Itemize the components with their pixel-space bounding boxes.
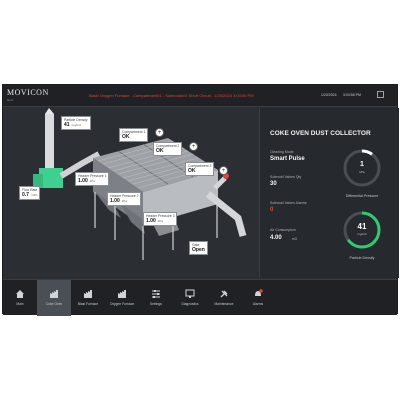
app-logo-subtitle: Next — [7, 98, 14, 102]
panel-title: COKE OVEN DUST COLLECTOR — [270, 130, 371, 137]
home-icon — [15, 286, 25, 298]
nav-item-settings[interactable]: Settings — [139, 280, 173, 316]
monitor-icon — [185, 286, 195, 298]
differential-pressure-label: Differential Pressure — [345, 194, 379, 198]
air-consumption-unit: m3 — [292, 237, 297, 241]
flow-rate-tooltip[interactable]: Flow Rate 0.7 m3/s — [19, 186, 41, 200]
air-consumption-value: 4.00 — [270, 235, 282, 241]
nav-item-main[interactable]: Main — [3, 280, 37, 316]
nav-label: Alarms — [252, 302, 264, 306]
particle-density-unit: mg/m3 — [357, 232, 367, 236]
cleaning-mode-label: Cleaning Mode — [270, 150, 294, 154]
air-consumption-label: Air Consumption — [270, 228, 296, 232]
process-view: Particle Density 41 mg/m3 Compartment 1 O… — [3, 108, 258, 278]
wrench-icon — [219, 286, 229, 298]
factory-icon — [117, 286, 127, 298]
factory-icon — [83, 286, 93, 298]
solenoid-alarms-value: 0 — [270, 207, 274, 213]
nav-item-oxygen-furnace[interactable]: Oxygen Furnace — [105, 280, 139, 316]
solenoid-alarms-label: Solenoid Valves Alarms — [270, 201, 307, 205]
header-pressure-2-tooltip[interactable]: Header Pressure 2 1.00 kPa — [107, 192, 142, 206]
particle-density-value: 41 — [357, 222, 367, 231]
nav-label: Oxygen Furnace — [109, 302, 135, 306]
compartment-2-add-button[interactable]: + — [189, 142, 198, 151]
app-logo: MOVICON — [7, 88, 49, 97]
nav-label: Blast Furnace — [77, 302, 99, 306]
collector-info-panel: COKE OVEN DUST COLLECTOR Cleaning Mode S… — [259, 108, 399, 294]
nav-item-diagnostics[interactable]: Diagnostics — [173, 280, 207, 316]
bottom-navigation: Main Coke Oven Blast Furnace Oxygen Furnace… — [3, 279, 397, 316]
title-bar: MOVICON Next Basic Oxygen Furnace - Comp… — [3, 85, 397, 107]
cleaning-mode-value: Smart Pulse — [270, 156, 305, 162]
compartment-2-tooltip[interactable]: Compartment 2 OK — [153, 142, 183, 156]
bell-icon — [253, 286, 263, 296]
outlet-duct — [205, 191, 247, 237]
chimney — [45, 114, 54, 174]
particle-density-label: Particle Density — [349, 256, 375, 260]
compartment-3-add-button[interactable]: + — [219, 166, 228, 175]
compartment-1-tooltip[interactable]: Compartment 1 OK — [119, 128, 149, 142]
header-pressure-1-tooltip[interactable]: Header Pressure 1 1.00 kPa — [75, 172, 110, 186]
differential-pressure-unit: kPa — [359, 170, 365, 174]
nav-item-blast-furnace[interactable]: Blast Furnace — [71, 280, 105, 316]
particle-density-tooltip[interactable]: Particle Density 41 mg/m3 — [61, 116, 91, 130]
factory-icon — [49, 286, 59, 298]
nav-item-maintenance[interactable]: Maintenance — [207, 280, 241, 316]
sliders-icon — [151, 286, 161, 298]
differential-pressure-value: 1 — [360, 161, 364, 168]
nav-label: Main — [16, 302, 24, 306]
solenoid-qty-value: 30 — [270, 181, 277, 187]
nav-label: Coke Oven — [45, 302, 63, 306]
compartment-1-add-button[interactable]: + — [155, 128, 164, 137]
solenoid-qty-label: Solenoid Valves Qty — [270, 175, 302, 179]
alarm-banner[interactable]: Basic Oxygen Furnace - Compartment01 - S… — [89, 93, 254, 98]
header-time: 3:03:56 PM — [343, 93, 361, 97]
header-pressure-3-tooltip[interactable]: Header Pressure 3 1.00 kPa — [143, 212, 178, 226]
compartment-3-tooltip[interactable]: Compartment 3 OK — [185, 162, 215, 176]
app-window: MOVICON Next Basic Oxygen Furnace - Comp… — [2, 84, 399, 316]
differential-pressure-gauge — [343, 149, 381, 187]
gate-tooltip[interactable]: Gate Open — [189, 241, 208, 255]
nav-item-coke-oven[interactable]: Coke Oven — [37, 280, 71, 316]
nav-label: Maintenance — [214, 302, 234, 306]
nav-item-alarms[interactable]: Alarms — [241, 280, 275, 316]
nav-label: Diagnostics — [181, 302, 199, 306]
header-date: 1/20/2024 — [321, 93, 337, 97]
user-icon[interactable] — [377, 91, 384, 98]
nav-label: Settings — [150, 302, 162, 306]
